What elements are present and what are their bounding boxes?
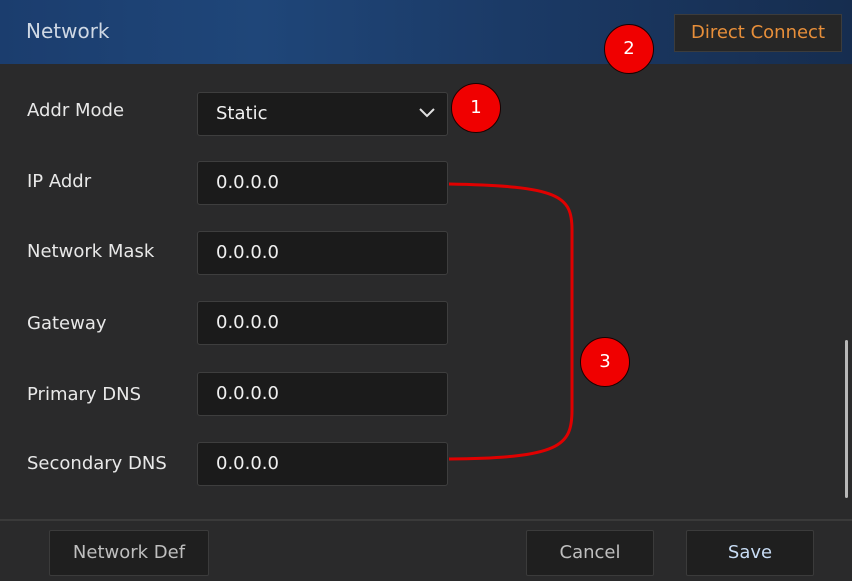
annotation-badge-3: 3 [580, 337, 630, 387]
annotation-bracket [448, 182, 574, 461]
cancel-button[interactable]: Cancel [526, 530, 654, 576]
annotation-badge-1: 1 [451, 83, 501, 133]
save-button[interactable]: Save [686, 530, 814, 576]
network-settings-screen: Network Direct Connect Addr Mode Static … [0, 0, 852, 581]
network-def-button[interactable]: Network Def [49, 530, 209, 576]
footer-divider [0, 519, 852, 521]
scrollbar[interactable] [845, 340, 848, 498]
annotation-badge-2: 2 [604, 24, 654, 74]
